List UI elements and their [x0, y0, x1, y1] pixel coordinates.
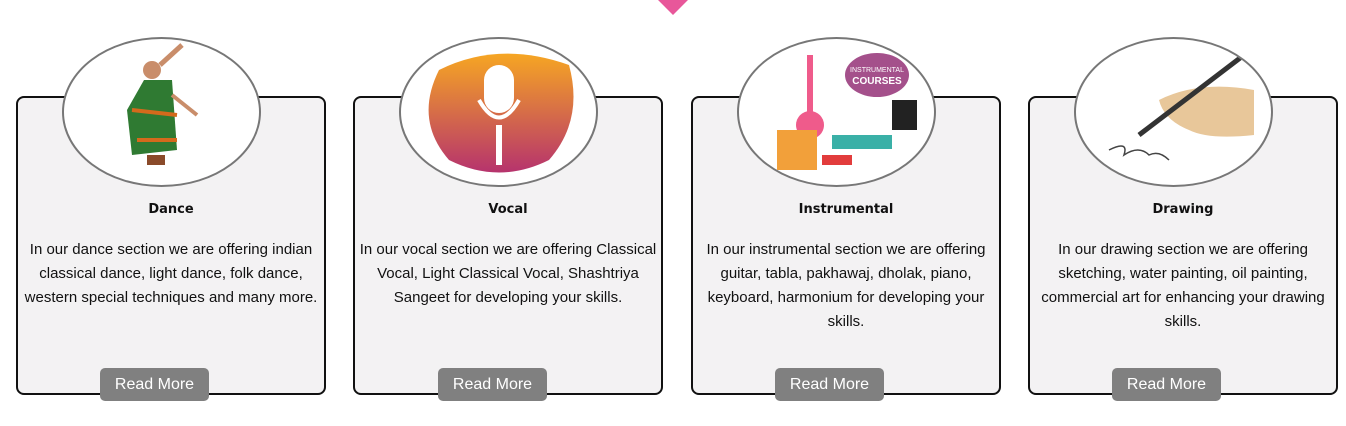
- card-description: In our drawing section we are offering s…: [1041, 241, 1325, 330]
- pink-diamond-decoration: [656, 0, 690, 15]
- card-title: Drawing: [1152, 202, 1214, 217]
- svg-text:INSTRUMENTAL: INSTRUMENTAL: [850, 67, 904, 74]
- card-title: Dance: [148, 202, 194, 217]
- read-more-button[interactable]: Read More: [1112, 368, 1221, 401]
- card-description: In our instrumental section we are offer…: [706, 241, 986, 330]
- read-more-button[interactable]: Read More: [775, 368, 884, 401]
- microphone-image: [399, 37, 598, 187]
- drawing-hand-image: [1074, 37, 1273, 187]
- card-title: Vocal: [488, 202, 528, 217]
- card-description: In our dance section we are offering ind…: [24, 241, 318, 306]
- dancer-image: [62, 37, 261, 187]
- read-more-button[interactable]: Read More: [438, 368, 547, 401]
- card-description: In our vocal section we are offering Cla…: [359, 241, 657, 306]
- svg-text:COURSES: COURSES: [852, 76, 902, 87]
- instruments-image: INSTRUMENTAL COURSES: [737, 37, 936, 187]
- read-more-button[interactable]: Read More: [100, 368, 209, 401]
- card-title: Instrumental: [798, 202, 894, 217]
